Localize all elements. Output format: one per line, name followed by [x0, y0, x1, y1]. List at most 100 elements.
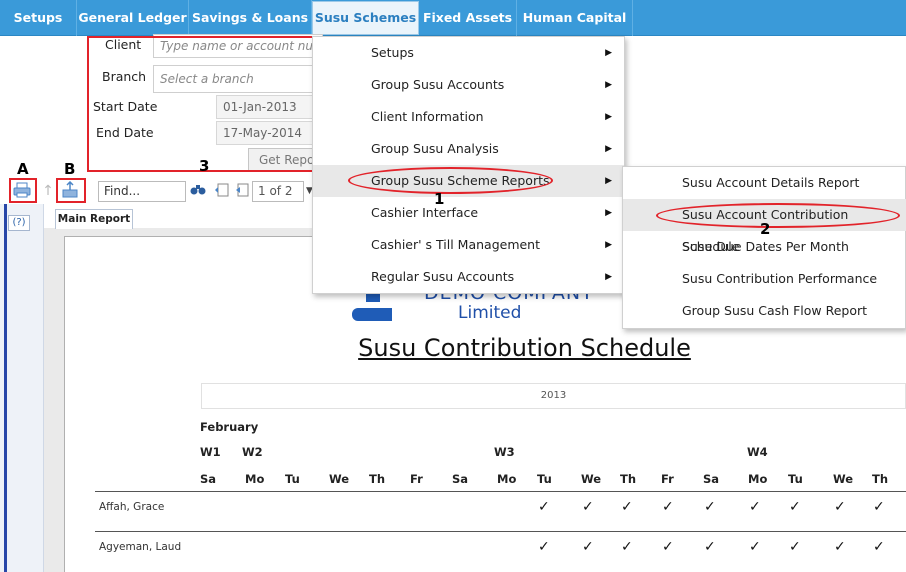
contribution-check-icon: ✓ [621, 539, 633, 555]
day-header: Mo [497, 472, 517, 486]
menu-item-regular-susu-accounts[interactable]: Regular Susu Accounts ▶ [313, 261, 624, 293]
menu-item-label: Group Susu Accounts [371, 77, 505, 92]
first-page-icon[interactable] [212, 182, 232, 202]
day-header: We [833, 472, 854, 486]
submenu-arrow-icon: ▶ [605, 176, 612, 186]
contribution-check-icon: ✓ [749, 499, 761, 515]
submenu-arrow-icon: ▶ [605, 112, 612, 122]
submenu-item-group-susu-cash-flow-report[interactable]: Group Susu Cash Flow Report [623, 295, 906, 327]
annotation-3: 3 [199, 157, 210, 175]
annotation-1: 1 [434, 190, 445, 208]
help-icon[interactable]: (?) [8, 215, 30, 231]
row-divider [95, 531, 906, 532]
contribution-check-icon: ✓ [582, 499, 594, 515]
row-client-name: Agyeman, Laud [99, 541, 182, 553]
page-number-box[interactable]: 1 of 2 [252, 181, 304, 202]
nav-setups[interactable]: Setups [0, 0, 77, 36]
contribution-check-icon: ✓ [662, 539, 674, 555]
annotation-box-b [56, 178, 86, 203]
contribution-check-icon: ✓ [662, 499, 674, 515]
contribution-check-icon: ✓ [582, 539, 594, 555]
day-header: Mo [245, 472, 265, 486]
annotation-box-a [9, 178, 37, 203]
contribution-check-icon: ✓ [704, 539, 716, 555]
menu-item-label: Setups [371, 45, 414, 60]
menu-item-client-information[interactable]: Client Information ▶ [313, 101, 624, 133]
submenu-arrow-icon: ▶ [605, 208, 612, 218]
menu-item-group-susu-accounts[interactable]: Group Susu Accounts ▶ [313, 69, 624, 101]
menu-item-label: Group Susu Analysis [371, 141, 499, 156]
previous-page-icon[interactable] [232, 182, 252, 202]
logo-company-suffix: Limited [458, 303, 522, 323]
reports-submenu: Susu Account Details Report Susu Account … [622, 166, 906, 329]
logo-mark [352, 308, 392, 321]
contribution-check-icon: ✓ [834, 539, 846, 555]
contribution-check-icon: ✓ [834, 499, 846, 515]
day-header: Th [369, 472, 386, 486]
annotation-b: B [64, 160, 76, 178]
submenu-item-susu-account-details-report[interactable]: Susu Account Details Report [623, 167, 906, 199]
row-client-name: Affah, Grace [99, 501, 165, 513]
day-header: Sa [703, 472, 720, 486]
logo-mark-top [366, 294, 380, 302]
day-header: Fr [410, 472, 423, 486]
annotation-box-form [87, 36, 314, 172]
menu-item-setups[interactable]: Setups ▶ [313, 37, 624, 69]
top-navigation: Setups General Ledger Savings & Loans Su… [0, 0, 906, 36]
year-header: 2013 [201, 383, 906, 409]
menu-item-label: Regular Susu Accounts [371, 269, 515, 284]
day-header: We [329, 472, 350, 486]
menu-item-cashier-s-till-management[interactable]: Cashier' s Till Management ▶ [313, 229, 624, 261]
month-header: February [200, 420, 259, 434]
contribution-check-icon: ✓ [789, 499, 801, 515]
menu-item-label: Cashier Interface [371, 205, 479, 220]
annotation-a: A [17, 160, 29, 178]
annotation-2: 2 [760, 220, 771, 238]
contribution-check-icon: ✓ [873, 499, 885, 515]
contribution-check-icon: ✓ [873, 539, 885, 555]
submenu-arrow-icon: ▶ [605, 272, 612, 282]
day-header: Th [620, 472, 637, 486]
day-header: We [581, 472, 602, 486]
day-header: Tu [285, 472, 300, 486]
week-header: W1 [200, 445, 221, 459]
week-header: W2 [242, 445, 263, 459]
submenu-arrow-icon: ▶ [605, 240, 612, 250]
report-title: Susu Contribution Schedule [358, 334, 691, 362]
annotation-ellipse-1 [348, 167, 553, 194]
susu-schemes-menu: Setups ▶ Group Susu Accounts ▶ Client Inform… [312, 36, 625, 294]
contribution-check-icon: ✓ [704, 499, 716, 515]
annotation-ellipse-2 [656, 203, 900, 228]
day-header: Mo [748, 472, 768, 486]
row-divider [95, 491, 906, 492]
menu-item-cashier-interface[interactable]: Cashier Interface ▶ [313, 197, 624, 229]
up-arrow-icon[interactable]: ↑ [38, 181, 58, 201]
viewer-frame [4, 204, 7, 572]
find-input[interactable]: Find... [98, 181, 186, 202]
menu-item-group-susu-analysis[interactable]: Group Susu Analysis ▶ [313, 133, 624, 165]
day-header: Fr [661, 472, 674, 486]
day-header: Th [872, 472, 889, 486]
day-header: Sa [452, 472, 469, 486]
submenu-arrow-icon: ▶ [605, 144, 612, 154]
tab-main-report[interactable]: Main Report [55, 209, 133, 229]
nav-general-ledger[interactable]: General Ledger [77, 0, 189, 36]
nav-fixed-assets[interactable]: Fixed Assets [419, 0, 517, 36]
submenu-arrow-icon: ▶ [605, 48, 612, 58]
day-header: Sa [200, 472, 217, 486]
binoculars-icon[interactable] [188, 182, 208, 202]
submenu-item-susu-contribution-performance[interactable]: Susu Contribution Performance [623, 263, 906, 295]
nav-human-capital[interactable]: Human Capital [517, 0, 633, 36]
contribution-check-icon: ✓ [749, 539, 761, 555]
nav-savings-loans[interactable]: Savings & Loans [189, 0, 312, 36]
contribution-check-icon: ✓ [538, 499, 550, 515]
nav-susu-schemes[interactable]: Susu Schemes [312, 1, 419, 35]
week-header: W4 [747, 445, 768, 459]
contribution-check-icon: ✓ [621, 499, 633, 515]
submenu-arrow-icon: ▶ [605, 80, 612, 90]
day-header: Tu [788, 472, 803, 486]
contribution-check-icon: ✓ [789, 539, 801, 555]
menu-item-label: Client Information [371, 109, 484, 124]
menu-item-label: Cashier' s Till Management [371, 237, 541, 252]
day-header: Tu [537, 472, 552, 486]
